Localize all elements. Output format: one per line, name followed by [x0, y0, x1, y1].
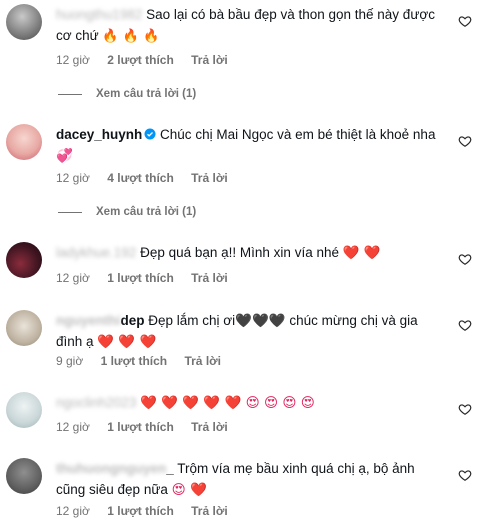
- likes-count[interactable]: 4 lượt thích: [107, 171, 174, 185]
- comment-username[interactable]: _: [166, 461, 174, 476]
- avatar[interactable]: [6, 242, 42, 278]
- comment-meta: 12 giờ 1 lượt thích Trả lời: [56, 420, 242, 434]
- comment-text: thuhuongnguyen_ Trộm vía mẹ bầu xinh quá…: [56, 458, 444, 501]
- view-replies-label[interactable]: Xem câu trả lời (1): [96, 88, 196, 100]
- comment-username[interactable]: ngoclinh2023: [56, 395, 136, 410]
- likes-count[interactable]: 1 lượt thích: [101, 354, 168, 368]
- view-replies-2[interactable]: Xem câu trả lời (1): [58, 206, 196, 218]
- comment-text: dacey_huynh Chúc chị Mai Ngọc và em bé t…: [56, 124, 444, 167]
- avatar[interactable]: [6, 124, 42, 160]
- comment-time: 12 giờ: [56, 171, 90, 185]
- hearts-emoji: ❤️ ❤️ ❤️: [97, 334, 157, 350]
- heart-outline-icon[interactable]: [458, 402, 472, 416]
- likes-count[interactable]: 2 lượt thích: [107, 53, 174, 67]
- fire-emoji: 🔥 🔥 🔥: [102, 29, 160, 44]
- divider-line: [58, 93, 82, 95]
- reply-button[interactable]: Trả lời: [191, 420, 228, 434]
- likes-count[interactable]: 1 lượt thích: [107, 271, 174, 285]
- comment-meta: 9 giờ 1 lượt thích Trả lời: [56, 354, 235, 368]
- comment-username[interactable]: ladykhue.192: [56, 245, 136, 260]
- likes-count[interactable]: 1 lượt thích: [107, 504, 174, 518]
- hearts-emoji: 💞: [56, 148, 73, 164]
- comment-body: Chúc chị Mai Ngọc và em bé thiệt là khoẻ…: [160, 127, 436, 142]
- comment-meta: 12 giờ 1 lượt thích Trả lời: [56, 504, 242, 518]
- comment-body: Đẹp quá bạn ạ!! Mình xin vía nhé: [140, 245, 339, 260]
- view-replies-1[interactable]: Xem câu trả lời (1): [58, 88, 196, 100]
- heart-outline-icon[interactable]: [458, 252, 472, 266]
- verified-badge-icon: [144, 128, 156, 140]
- reply-button[interactable]: Trả lời: [191, 271, 228, 285]
- heart-outline-icon[interactable]: [458, 134, 472, 148]
- avatar[interactable]: [6, 392, 42, 428]
- reply-button[interactable]: Trả lời: [184, 354, 221, 368]
- comment-meta: 12 giờ 2 lượt thích Trả lời: [56, 53, 242, 67]
- comment-meta: 12 giờ 1 lượt thích Trả lời: [56, 271, 242, 285]
- hearts-emoji: 😍 ❤️: [171, 482, 207, 498]
- avatar[interactable]: [6, 4, 42, 40]
- comment-username[interactable]: huongthu1982: [56, 7, 142, 22]
- reply-button[interactable]: Trả lời: [191, 504, 228, 518]
- comment-username-hidden[interactable]: thuhuongnguyen: [56, 461, 166, 476]
- heart-outline-icon[interactable]: [458, 468, 472, 482]
- hearts-emoji: ❤️ ❤️: [342, 245, 381, 261]
- comment-meta: 12 giờ 4 lượt thích Trả lời: [56, 171, 242, 185]
- avatar[interactable]: [6, 458, 42, 494]
- hearts-emoji: ❤️ ❤️ ❤️ ❤️ ❤️ 😍 😍 😍 😍: [140, 395, 315, 411]
- comment-text: huongthu1982 Sao lại có bà bầu đẹp và th…: [56, 4, 444, 47]
- comment-time: 12 giờ: [56, 271, 90, 285]
- comment-time: 9 giờ: [56, 354, 84, 368]
- divider-line: [58, 211, 82, 213]
- comment-text: ladykhue.192 Đẹp quá bạn ạ!! Mình xin ví…: [56, 242, 444, 264]
- comment-time: 12 giờ: [56, 504, 90, 518]
- comment-text: nguyenthidep Đẹp lắm chị ơi🖤🖤🖤 chúc mừng…: [56, 310, 444, 353]
- comment-username-hidden[interactable]: nguyenthi: [56, 313, 121, 328]
- avatar[interactable]: [6, 310, 42, 346]
- reply-button[interactable]: Trả lời: [191, 53, 228, 67]
- view-replies-label[interactable]: Xem câu trả lời (1): [96, 206, 196, 218]
- comment-time: 12 giờ: [56, 420, 90, 434]
- comment-time: 12 giờ: [56, 53, 90, 67]
- comment-username[interactable]: dep: [121, 313, 145, 328]
- heart-outline-icon[interactable]: [458, 14, 472, 28]
- heart-outline-icon[interactable]: [458, 318, 472, 332]
- comment-text: ngoclinh2023 ❤️ ❤️ ❤️ ❤️ ❤️ 😍 😍 😍 😍: [56, 392, 444, 414]
- reply-button[interactable]: Trả lời: [191, 171, 228, 185]
- likes-count[interactable]: 1 lượt thích: [107, 420, 174, 434]
- comment-username[interactable]: dacey_huynh: [56, 127, 142, 142]
